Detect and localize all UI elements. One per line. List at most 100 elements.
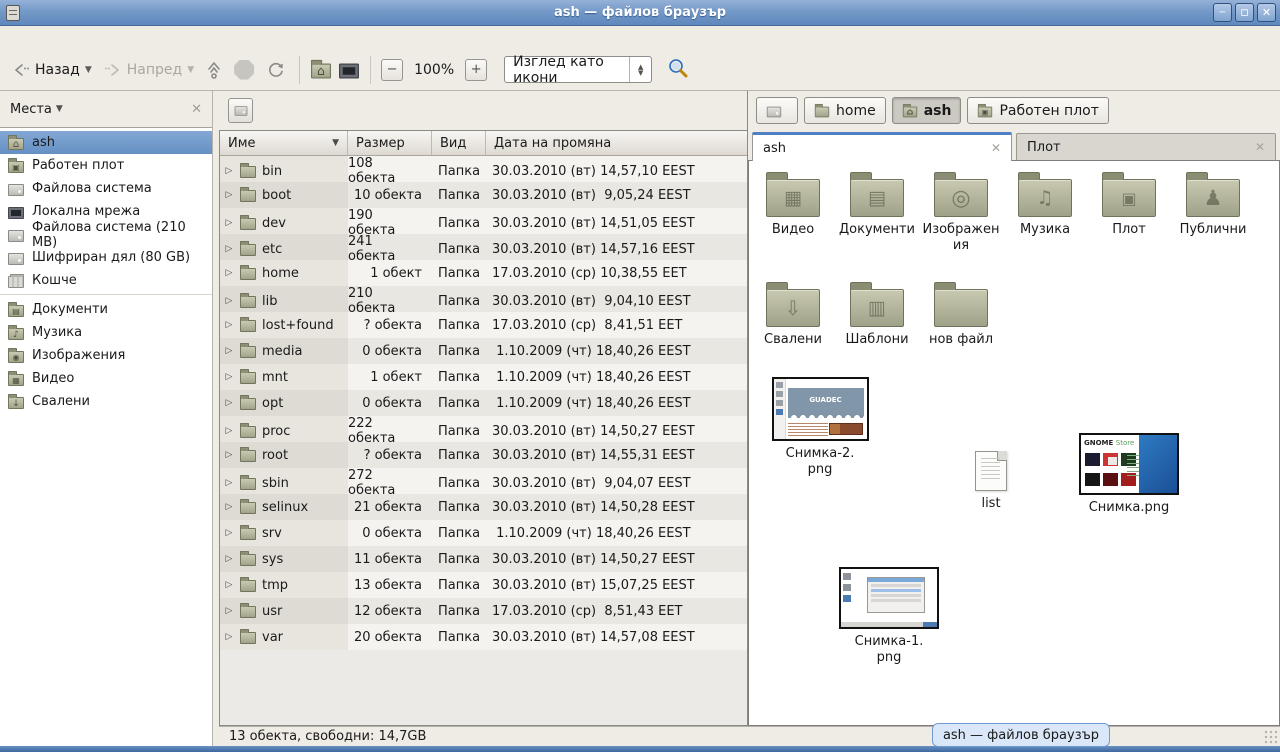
search-button[interactable] — [666, 56, 690, 84]
maximize-button[interactable] — [1235, 3, 1254, 22]
view-mode-select[interactable]: Изглед като икони ▲▼ — [504, 56, 652, 83]
expander-icon[interactable]: ▷ — [224, 190, 234, 200]
folder-item[interactable]: Свалени — [751, 279, 835, 348]
image-file-item[interactable]: GUADEC Снимка-2.png — [765, 377, 875, 478]
expander-icon[interactable]: ▷ — [224, 502, 234, 512]
expander-icon[interactable]: ▷ — [224, 268, 234, 278]
close-button[interactable] — [1257, 3, 1276, 22]
sidebar-item[interactable]: Файлова система — [0, 177, 212, 200]
menu-item[interactable] — [88, 36, 108, 40]
expander-icon[interactable]: ▷ — [224, 580, 234, 590]
sidebar-item[interactable]: Шифриран дял (80 GB) — [0, 246, 212, 269]
table-row[interactable]: ▷ sys 11 обекта Папка 30.03.2010 (вт) 14… — [220, 546, 747, 572]
menu-item[interactable] — [108, 36, 128, 40]
expander-icon[interactable]: ▷ — [224, 346, 234, 356]
column-header-date[interactable]: Дата на промяна — [486, 131, 747, 155]
tab-close-icon[interactable]: ✕ — [1255, 140, 1265, 154]
expander-icon[interactable]: ▷ — [224, 528, 234, 538]
table-row[interactable]: ▷ sbin 272 обекта Папка 30.03.2010 (вт) … — [220, 468, 747, 494]
sidebar-item[interactable]: ash — [0, 131, 212, 154]
expander-icon[interactable]: ▷ — [224, 320, 234, 330]
window-titlebar[interactable]: ash — файлов браузър — [0, 0, 1280, 26]
table-row[interactable]: ▷ usr 12 обекта Папка 17.03.2010 (ср) 8,… — [220, 598, 747, 624]
folder-item[interactable]: Видео — [751, 169, 835, 254]
sidebar-mode-select[interactable]: Места ▼ — [10, 102, 63, 117]
stop-button[interactable] — [228, 56, 260, 84]
table-row[interactable]: ▷ proc 222 обекта Папка 30.03.2010 (вт) … — [220, 416, 747, 442]
table-row[interactable]: ▷ lost+found ? обекта Папка 17.03.2010 (… — [220, 312, 747, 338]
menu-item[interactable] — [8, 36, 28, 40]
table-row[interactable]: ▷ tmp 13 обекта Папка 30.03.2010 (вт) 15… — [220, 572, 747, 598]
expander-icon[interactable]: ▷ — [224, 606, 234, 616]
table-row[interactable]: ▷ media 0 обекта Папка 1.10.2009 (чт) 18… — [220, 338, 747, 364]
combo-spinner-icon[interactable]: ▲▼ — [629, 57, 651, 82]
menu-item[interactable] — [68, 36, 88, 40]
expander-icon[interactable]: ▷ — [224, 166, 234, 176]
table-row[interactable]: ▷ etc 241 обекта Папка 30.03.2010 (вт) 1… — [220, 234, 747, 260]
expander-icon[interactable]: ▷ — [224, 218, 234, 228]
tab[interactable]: Плот ✕ — [1016, 133, 1276, 160]
column-header-name[interactable]: Име▼ — [220, 131, 348, 155]
image-file-item[interactable]: GNOME Store Снимка.png — [1069, 433, 1189, 516]
sidebar-item[interactable]: Работен плот — [0, 154, 212, 177]
expander-icon[interactable]: ▷ — [224, 244, 234, 254]
minimize-button[interactable] — [1213, 3, 1232, 22]
expander-icon[interactable]: ▷ — [224, 450, 234, 460]
sidebar-item[interactable]: Свалени — [0, 390, 212, 413]
table-row[interactable]: ▷ home 1 обект Папка 17.03.2010 (ср) 10,… — [220, 260, 747, 286]
path-button[interactable]: ash — [892, 97, 962, 124]
expander-icon[interactable]: ▷ — [224, 426, 234, 436]
expander-icon[interactable]: ▷ — [224, 478, 234, 488]
up-button[interactable] — [200, 56, 228, 84]
column-header-size[interactable]: Размер — [348, 131, 432, 155]
folder-item[interactable]: Плот — [1087, 169, 1171, 254]
resize-grip[interactable] — [1264, 730, 1278, 744]
sidebar-item[interactable]: Видео — [0, 367, 212, 390]
table-row[interactable]: ▷ opt 0 обекта Папка 1.10.2009 (чт) 18,4… — [220, 390, 747, 416]
sidebar-item[interactable]: Документи — [0, 298, 212, 321]
reload-button[interactable] — [260, 56, 292, 84]
sidebar-item[interactable]: Файлова система (210 MB) — [0, 223, 212, 246]
folder-item[interactable]: Документи — [835, 169, 919, 254]
home-button[interactable] — [307, 59, 335, 81]
folder-item[interactable]: Публични — [1171, 169, 1255, 254]
back-dropdown-icon[interactable]: ▼ — [85, 65, 92, 75]
table-row[interactable]: ▷ mnt 1 обект Папка 1.10.2009 (чт) 18,40… — [220, 364, 747, 390]
expander-icon[interactable]: ▷ — [224, 296, 234, 306]
expander-icon[interactable]: ▷ — [224, 398, 234, 408]
expander-icon[interactable]: ▷ — [224, 372, 234, 382]
sidebar-close-icon[interactable]: ✕ — [191, 102, 202, 117]
zoom-in-button[interactable]: + — [465, 59, 487, 81]
zoom-out-button[interactable]: − — [381, 59, 403, 81]
path-button[interactable]: Работен плот — [967, 97, 1108, 124]
path-button[interactable] — [756, 97, 798, 124]
icon-view[interactable]: Видео Документи Изображения Музика Плот … — [748, 160, 1280, 726]
table-row[interactable]: ▷ selinux 21 обекта Папка 30.03.2010 (вт… — [220, 494, 747, 520]
table-row[interactable]: ▷ bin 108 обекта Папка 30.03.2010 (вт) 1… — [220, 156, 747, 182]
column-header-type[interactable]: Вид — [432, 131, 486, 155]
table-row[interactable]: ▷ var 20 обекта Папка 30.03.2010 (вт) 14… — [220, 624, 747, 650]
sidebar-item[interactable]: Изображения — [0, 344, 212, 367]
menu-item[interactable] — [48, 36, 68, 40]
sidebar-item[interactable]: Кошче — [0, 269, 212, 295]
tab-close-icon[interactable]: ✕ — [991, 141, 1001, 155]
text-file-item[interactable]: list — [955, 445, 1027, 512]
table-row[interactable]: ▷ lib 210 обекта Папка 30.03.2010 (вт) 9… — [220, 286, 747, 312]
expander-icon[interactable]: ▷ — [224, 632, 234, 642]
table-row[interactable]: ▷ srv 0 обекта Папка 1.10.2009 (чт) 18,4… — [220, 520, 747, 546]
table-row[interactable]: ▷ dev 190 обекта Папка 30.03.2010 (вт) 1… — [220, 208, 747, 234]
folder-item[interactable]: Музика — [1003, 169, 1087, 254]
back-button[interactable]: Назад ▼ — [6, 58, 98, 82]
forward-dropdown-icon[interactable]: ▼ — [187, 65, 194, 75]
menu-item[interactable] — [28, 36, 48, 40]
folder-item[interactable]: нов файл — [919, 279, 1003, 348]
folder-item[interactable]: Шаблони — [835, 279, 919, 348]
tab[interactable]: ash ✕ — [752, 132, 1012, 161]
table-row[interactable]: ▷ root ? обекта Папка 30.03.2010 (вт) 14… — [220, 442, 747, 468]
table-row[interactable]: ▷ boot 10 обекта Папка 30.03.2010 (вт) 9… — [220, 182, 747, 208]
expander-icon[interactable]: ▷ — [224, 554, 234, 564]
filesystem-root-button[interactable] — [228, 98, 253, 123]
computer-button[interactable] — [335, 59, 363, 81]
forward-button[interactable]: Напред ▼ — [98, 58, 200, 82]
path-button[interactable]: home — [804, 97, 886, 124]
